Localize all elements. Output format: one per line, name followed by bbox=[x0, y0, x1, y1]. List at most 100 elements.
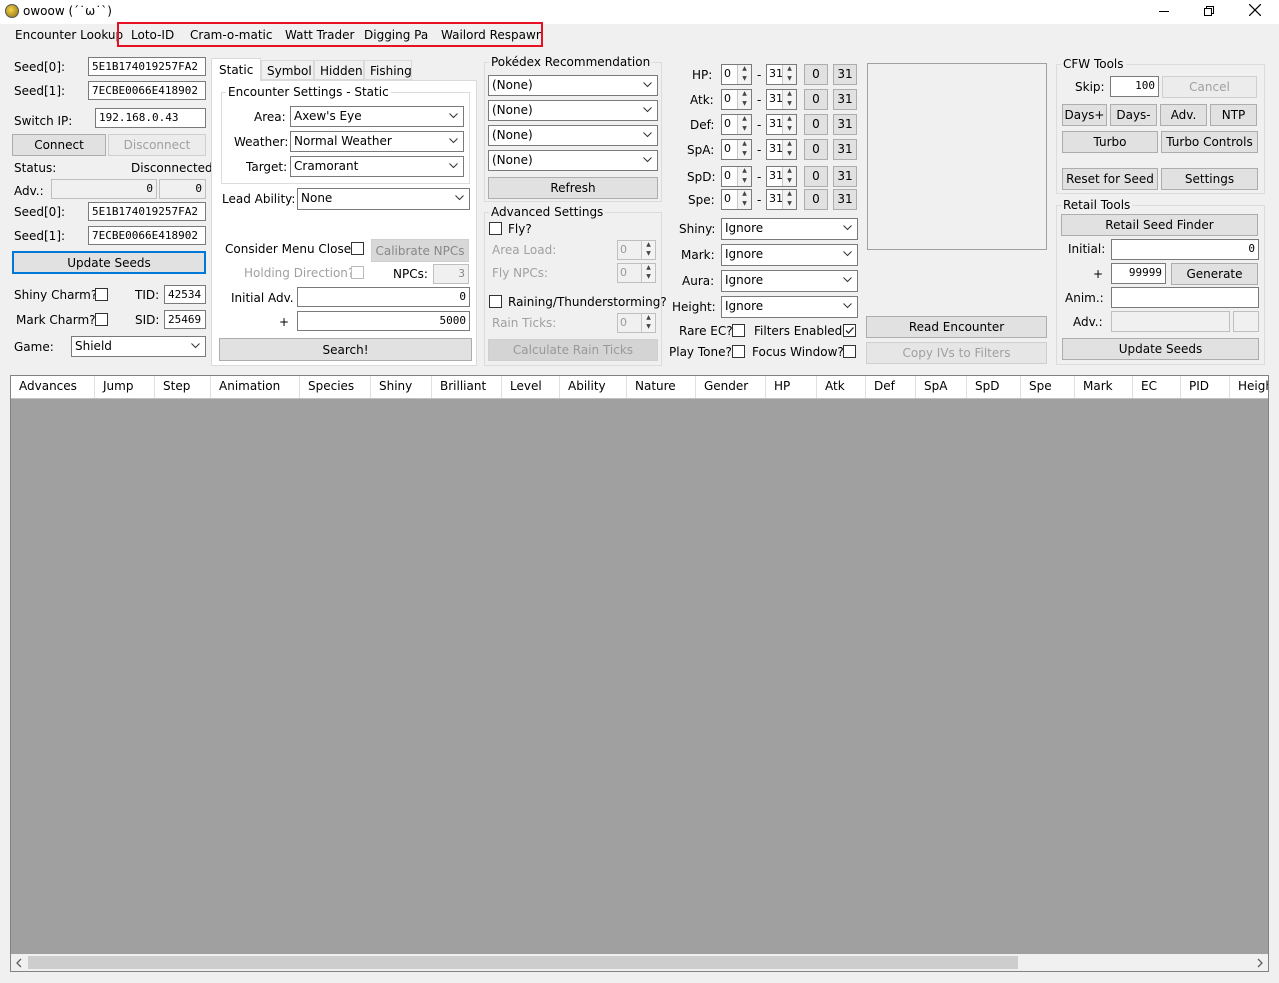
scroll-right-icon[interactable] bbox=[1256, 957, 1264, 971]
column-header[interactable]: HP bbox=[766, 376, 817, 398]
spinner-arrows-icon[interactable]: ▲ ▼ bbox=[737, 90, 751, 109]
game-select[interactable]: Shield bbox=[71, 336, 206, 357]
days-minus-button[interactable]: Days- bbox=[1110, 104, 1157, 126]
column-header[interactable]: Shiny bbox=[371, 376, 432, 398]
iv-set-0-button[interactable]: 0 bbox=[804, 114, 828, 135]
menu-close-checkbox[interactable] bbox=[351, 242, 364, 255]
iv-max-spinner[interactable]: 31 ▲ ▼ bbox=[766, 166, 797, 187]
horizontal-scrollbar[interactable] bbox=[11, 954, 1268, 971]
close-icon[interactable] bbox=[1248, 3, 1262, 17]
column-header[interactable]: Jump bbox=[95, 376, 155, 398]
mark-filter-select[interactable]: Ignore bbox=[721, 244, 858, 266]
iv-max-spinner[interactable]: 31 ▲ ▼ bbox=[766, 139, 797, 160]
column-header[interactable]: Nature bbox=[627, 376, 696, 398]
spinner-arrows-icon[interactable]: ▲ ▼ bbox=[782, 167, 796, 186]
height-filter-select[interactable]: Ignore bbox=[721, 296, 858, 318]
column-header[interactable]: Level bbox=[502, 376, 560, 398]
iv-set-0-button[interactable]: 0 bbox=[804, 89, 828, 110]
column-header[interactable]: Spe bbox=[1021, 376, 1075, 398]
iv-min-spinner[interactable]: 0 ▲ ▼ bbox=[721, 64, 752, 85]
seed0-field[interactable]: 5E1B174019257FA2 bbox=[88, 57, 206, 76]
column-header[interactable]: Gender bbox=[696, 376, 766, 398]
calibrate-npcs-button[interactable]: Calibrate NPCs bbox=[371, 239, 469, 262]
lead-ability-select[interactable]: None bbox=[297, 188, 470, 210]
spinner-arrows-icon[interactable]: ▲ ▼ bbox=[737, 65, 751, 84]
iv-set-0-button[interactable]: 0 bbox=[804, 64, 828, 85]
column-header[interactable]: Animation bbox=[211, 376, 300, 398]
iv-max-spinner[interactable]: 31 ▲ ▼ bbox=[766, 64, 797, 85]
iv-set-31-button[interactable]: 31 bbox=[833, 166, 857, 187]
aura-filter-select[interactable]: Ignore bbox=[721, 270, 858, 292]
iv-set-31-button[interactable]: 31 bbox=[833, 114, 857, 135]
retail-initial-field[interactable]: 0 bbox=[1111, 239, 1259, 260]
spinner-arrows-icon[interactable]: ▲ ▼ bbox=[782, 140, 796, 159]
ntp-button[interactable]: NTP bbox=[1210, 104, 1257, 126]
column-header[interactable]: PID bbox=[1181, 376, 1230, 398]
iv-min-spinner[interactable]: 0 ▲ ▼ bbox=[721, 189, 752, 210]
settings-button[interactable]: Settings bbox=[1161, 168, 1258, 190]
retail-update-seeds-button[interactable]: Update Seeds bbox=[1062, 338, 1259, 360]
iv-max-spinner[interactable]: 31 ▲ ▼ bbox=[766, 189, 797, 210]
iv-set-0-button[interactable]: 0 bbox=[804, 166, 828, 187]
target-select[interactable]: Cramorant bbox=[290, 156, 464, 177]
spinner-arrows-icon[interactable]: ▲ ▼ bbox=[737, 167, 751, 186]
turbo-controls-button[interactable]: Turbo Controls bbox=[1161, 131, 1258, 153]
pokedex-select-4[interactable]: (None) bbox=[488, 150, 658, 171]
iv-max-spinner[interactable]: 31 ▲ ▼ bbox=[766, 89, 797, 110]
connect-button[interactable]: Connect bbox=[12, 134, 106, 156]
iv-set-31-button[interactable]: 31 bbox=[833, 139, 857, 160]
pokedex-select-3[interactable]: (None) bbox=[488, 125, 658, 146]
retail-seed-finder-button[interactable]: Retail Seed Finder bbox=[1061, 214, 1258, 236]
minimize-icon[interactable] bbox=[1159, 11, 1169, 12]
results-grid[interactable]: Advances Jump Step Animation Species Shiny Bri… bbox=[10, 375, 1269, 972]
tab-fishing[interactable]: Fishing bbox=[364, 60, 412, 80]
tab-static[interactable]: Static bbox=[211, 58, 261, 81]
filters-enabled-checkbox[interactable] bbox=[843, 324, 856, 337]
restore-icon[interactable] bbox=[1204, 5, 1214, 16]
refresh-button[interactable]: Refresh bbox=[488, 177, 658, 199]
column-header[interactable]: EC bbox=[1133, 376, 1181, 398]
cur-seed1-field[interactable]: 7ECBE0066E418902 bbox=[88, 226, 206, 245]
raining-checkbox[interactable] bbox=[489, 295, 502, 308]
tab-symbol[interactable]: Symbol bbox=[261, 60, 314, 80]
tab-hidden[interactable]: Hidden bbox=[314, 60, 364, 80]
pokedex-select-1[interactable]: (None) bbox=[488, 75, 658, 96]
switch-ip-field[interactable]: 192.168.0.43 bbox=[95, 108, 206, 128]
spinner-arrows-icon[interactable]: ▲ ▼ bbox=[782, 190, 796, 209]
column-header[interactable]: Brilliant bbox=[432, 376, 502, 398]
search-button[interactable]: Search! bbox=[219, 338, 472, 361]
iv-set-31-button[interactable]: 31 bbox=[833, 64, 857, 85]
sid-field[interactable]: 25469 bbox=[164, 310, 206, 329]
scroll-left-icon[interactable] bbox=[15, 957, 23, 971]
disconnect-button[interactable]: Disconnect bbox=[108, 134, 206, 156]
iv-min-spinner[interactable]: 0 ▲ ▼ bbox=[721, 89, 752, 110]
column-header[interactable]: Mark bbox=[1075, 376, 1133, 398]
area-select[interactable]: Axew's Eye bbox=[290, 106, 464, 127]
iv-set-31-button[interactable]: 31 bbox=[833, 189, 857, 210]
column-header[interactable]: Advances bbox=[11, 376, 95, 398]
iv-set-31-button[interactable]: 31 bbox=[833, 89, 857, 110]
shiny-charm-checkbox[interactable] bbox=[95, 288, 108, 301]
iv-min-spinner[interactable]: 0 ▲ ▼ bbox=[721, 139, 752, 160]
skip-field[interactable]: 100 bbox=[1110, 76, 1159, 97]
anim-field[interactable] bbox=[1111, 287, 1259, 308]
update-seeds-button[interactable]: Update Seeds bbox=[12, 251, 206, 274]
play-tone-checkbox[interactable] bbox=[732, 345, 745, 358]
spinner-arrows-icon[interactable]: ▲ ▼ bbox=[782, 115, 796, 134]
weather-select[interactable]: Normal Weather bbox=[290, 131, 464, 152]
generate-button[interactable]: Generate bbox=[1171, 263, 1258, 285]
column-header[interactable]: Species bbox=[300, 376, 371, 398]
column-header[interactable]: SpA bbox=[916, 376, 967, 398]
cur-seed0-field[interactable]: 5E1B174019257FA2 bbox=[88, 202, 206, 221]
iv-max-spinner[interactable]: 31 ▲ ▼ bbox=[766, 114, 797, 135]
iv-set-0-button[interactable]: 0 bbox=[804, 139, 828, 160]
column-header[interactable]: Def bbox=[866, 376, 916, 398]
read-encounter-button[interactable]: Read Encounter bbox=[866, 316, 1047, 338]
pokedex-select-2[interactable]: (None) bbox=[488, 100, 658, 121]
tid-field[interactable]: 42534 bbox=[164, 285, 206, 304]
column-header[interactable]: Ability bbox=[560, 376, 627, 398]
iv-set-0-button[interactable]: 0 bbox=[804, 189, 828, 210]
spinner-arrows-icon[interactable]: ▲ ▼ bbox=[782, 65, 796, 84]
iv-min-spinner[interactable]: 0 ▲ ▼ bbox=[721, 114, 752, 135]
fly-checkbox[interactable] bbox=[489, 222, 502, 235]
